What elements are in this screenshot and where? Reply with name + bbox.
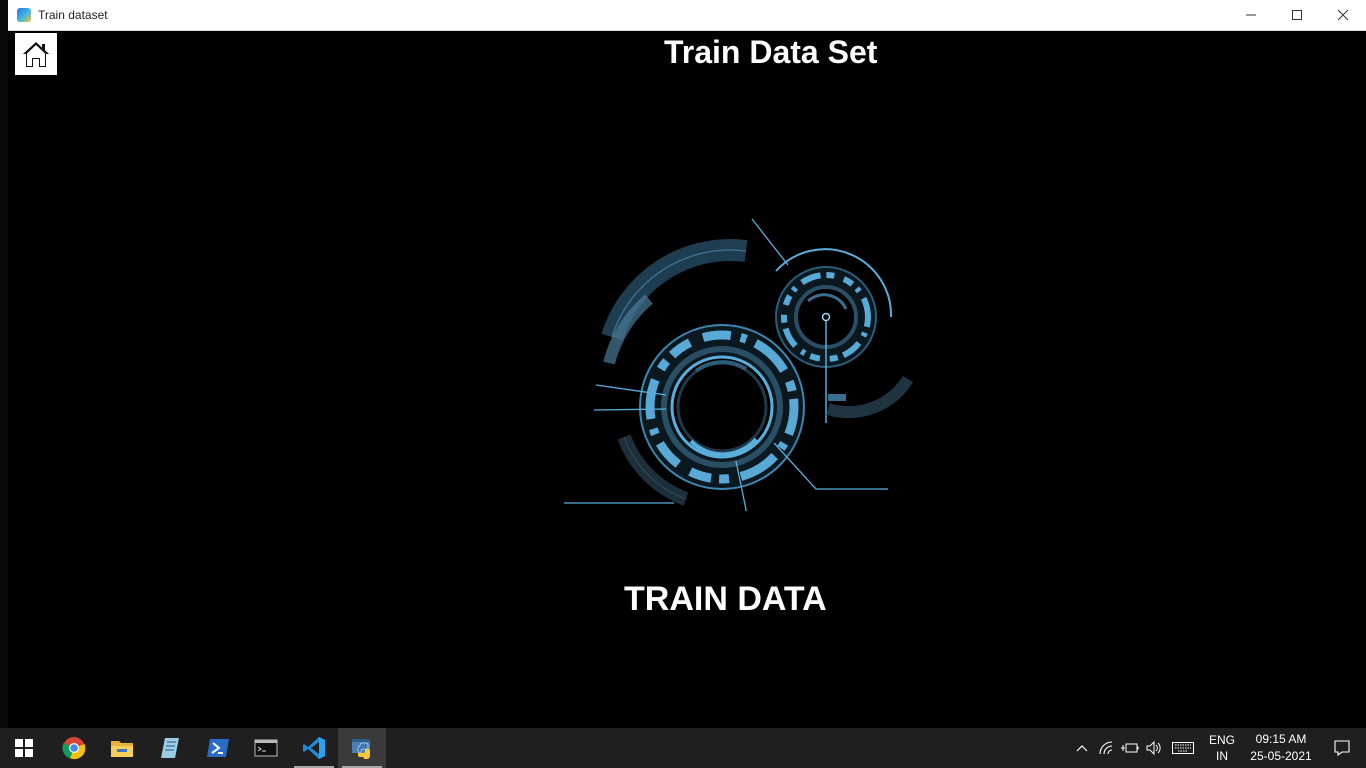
minimize-icon	[1246, 14, 1256, 16]
clock-date: 25-05-2021	[1250, 749, 1312, 763]
clock-time: 09:15 AM	[1255, 732, 1307, 746]
page-title: Train Data Set	[664, 34, 878, 70]
maximize-button[interactable]	[1274, 0, 1320, 30]
system-tray: ENG IN 09:15 AM 25-05-2021	[1070, 728, 1366, 768]
taskbar-chrome[interactable]	[50, 728, 98, 768]
speaker-icon	[1146, 741, 1161, 755]
battery-button[interactable]	[1118, 728, 1142, 768]
python-icon	[352, 739, 370, 759]
clock[interactable]: 09:15 AM 25-05-2021	[1244, 731, 1318, 765]
action-center-button[interactable]	[1318, 728, 1366, 768]
window-title: Train dataset	[38, 8, 108, 22]
windows-logo-icon	[15, 739, 33, 757]
app-window: Train dataset Train Data Set TRAIN DATA	[0, 0, 1366, 728]
taskbar-vscode[interactable]	[290, 728, 338, 768]
maximize-icon	[1292, 10, 1302, 20]
vscode-icon	[303, 737, 325, 759]
show-hidden-icons-button[interactable]	[1070, 728, 1094, 768]
notepad-icon	[161, 738, 179, 758]
app-icon	[17, 8, 31, 22]
hud-gears-graphic	[564, 218, 914, 511]
start-button[interactable]	[0, 728, 48, 768]
network-button[interactable]	[1094, 728, 1118, 768]
taskbar-python[interactable]	[338, 728, 386, 768]
main-content: Train Data Set TRAIN DATA	[8, 31, 1366, 728]
home-icon	[23, 42, 49, 67]
notification-icon	[1334, 740, 1350, 756]
window-controls	[1228, 0, 1366, 30]
taskbar-command-prompt[interactable]	[242, 728, 290, 768]
taskbar: ENG IN 09:15 AM 25-05-2021	[0, 728, 1366, 768]
region-code: IN	[1216, 749, 1228, 763]
close-icon	[1337, 9, 1349, 21]
minimize-button[interactable]	[1228, 0, 1274, 30]
powershell-icon	[207, 739, 229, 757]
language-code: ENG	[1208, 733, 1235, 747]
taskbar-powershell[interactable]	[194, 728, 242, 768]
chevron-up-icon	[1076, 745, 1088, 752]
home-button[interactable]	[15, 33, 57, 75]
touch-keyboard-button[interactable]	[1166, 728, 1200, 768]
battery-plug-icon	[1121, 743, 1139, 753]
train-data-label: TRAIN DATA	[624, 580, 827, 618]
taskbar-notepad[interactable]	[146, 728, 194, 768]
volume-button[interactable]	[1142, 728, 1166, 768]
title-bar[interactable]: Train dataset	[8, 0, 1366, 31]
chrome-icon	[62, 737, 86, 760]
close-button[interactable]	[1320, 0, 1366, 30]
wifi-icon	[1099, 741, 1113, 755]
folder-icon	[111, 741, 133, 757]
keyboard-icon	[1172, 742, 1194, 754]
taskbar-file-explorer[interactable]	[98, 728, 146, 768]
right-arc-tick-icon	[828, 394, 846, 401]
language-indicator[interactable]: ENG IN	[1200, 732, 1244, 764]
terminal-icon	[254, 739, 278, 757]
